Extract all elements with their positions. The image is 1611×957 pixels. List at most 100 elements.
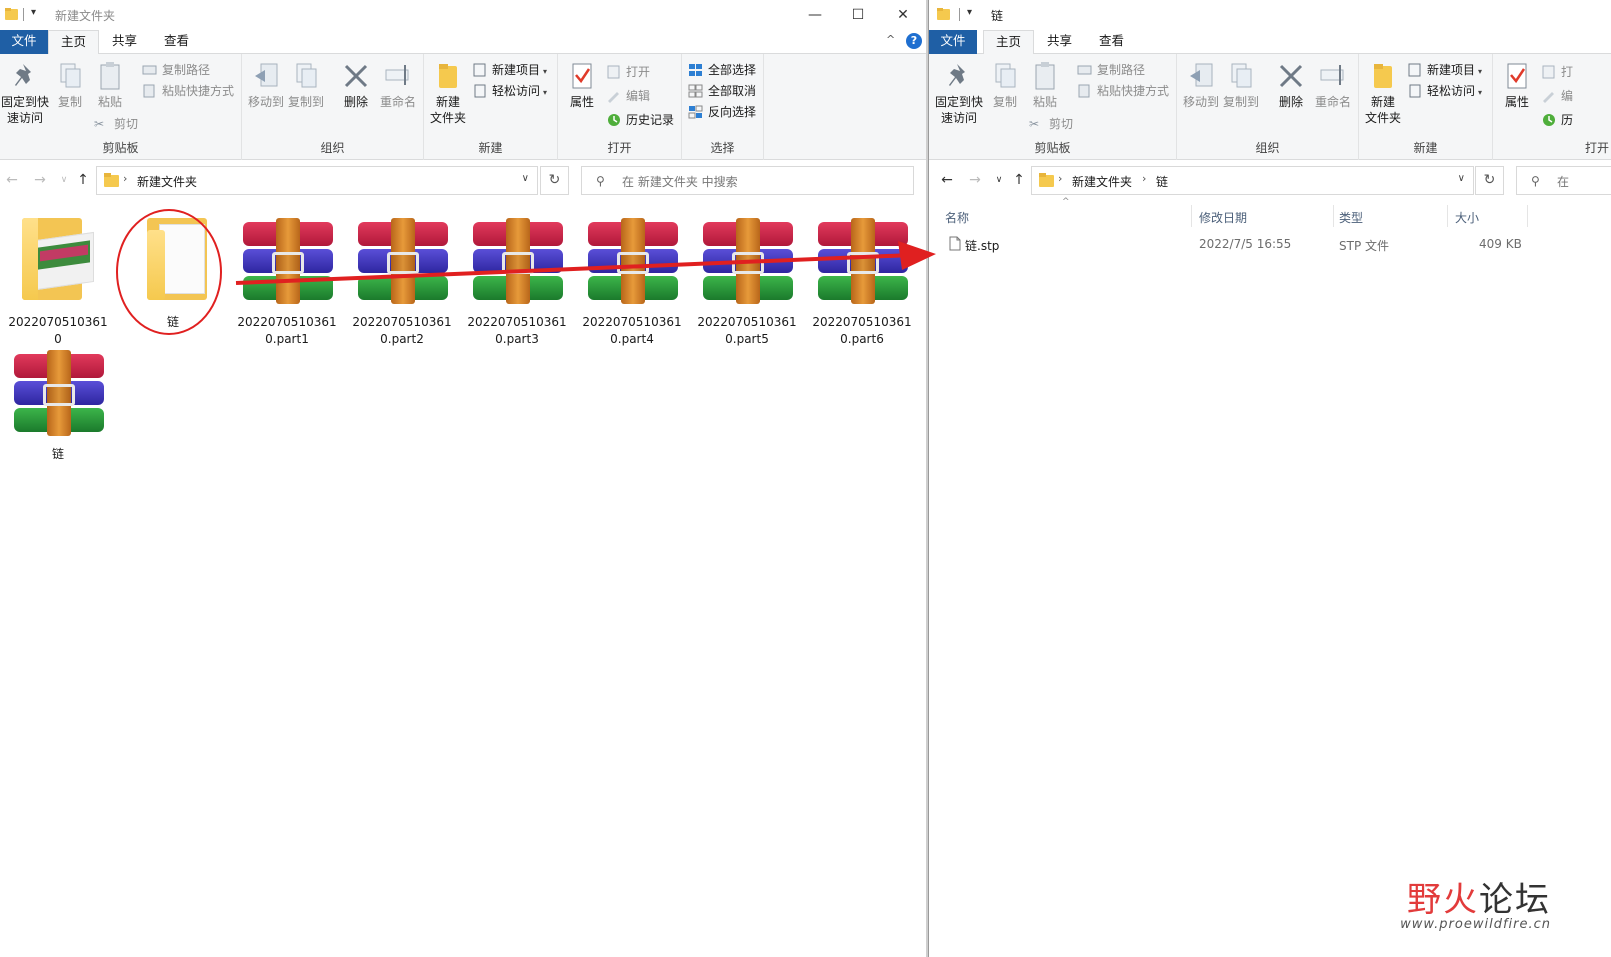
address-dropdown-icon[interactable]: ∨	[1458, 173, 1465, 184]
explorer-window-left: ▾ 新建文件夹 — ☐ ✕ 文件 主页 共享 查看 ^ ? 固定到快 速访问 复…	[0, 0, 926, 957]
refresh-button[interactable]: ↻	[540, 166, 569, 195]
new-folder-button[interactable]: 新建 文件夹	[1361, 60, 1405, 126]
rar-archive-item[interactable]: 链	[2, 346, 114, 463]
forward-arrow-icon[interactable]: →	[30, 170, 50, 190]
column-header-name[interactable]: 名称	[945, 209, 969, 226]
tab-home[interactable]: 主页	[48, 30, 100, 55]
search-box[interactable]: ⚲ 在	[1516, 166, 1611, 195]
tab-share[interactable]: 共享	[1035, 30, 1084, 54]
address-bar[interactable]: › 新建文件夹 ∨	[96, 166, 538, 195]
table-row[interactable]: 链.stp 2022/7/5 16:55 STP 文件 409 KB	[937, 234, 1603, 256]
column-header-type[interactable]: 类型	[1339, 209, 1363, 226]
select-all-label: 全部选择	[708, 63, 757, 77]
copy-path-button[interactable]: 复制路径	[142, 60, 210, 80]
search-icon: ⚲	[1531, 174, 1540, 188]
new-item-button[interactable]: 新建项目 ▾	[472, 60, 547, 80]
tab-home[interactable]: 主页	[983, 30, 1035, 55]
rar-archive-item[interactable]: 2022070510361 0.part6	[806, 214, 918, 348]
move-to-button[interactable]: 移动到	[1181, 60, 1221, 110]
rar-archive-item[interactable]: 2022070510361 0.part1	[231, 214, 343, 348]
move-to-button[interactable]: 移动到	[246, 60, 286, 110]
maximize-button[interactable]: ☐	[835, 0, 881, 30]
close-button[interactable]: ✕	[880, 0, 926, 30]
up-arrow-icon[interactable]: ↑	[1009, 170, 1029, 190]
properties-button[interactable]: 属性	[562, 60, 602, 110]
open-button[interactable]: 打开	[606, 62, 650, 82]
paste-button[interactable]: 粘贴	[1027, 60, 1063, 110]
easy-access-button[interactable]: 轻松访问 ▾	[1407, 81, 1482, 101]
invert-selection-button[interactable]: 反向选择	[688, 102, 756, 122]
cut-button[interactable]: ✂ 剪切	[94, 114, 138, 134]
history-button[interactable]: 历史记录	[606, 110, 674, 130]
column-header-modified[interactable]: 修改日期	[1199, 209, 1247, 226]
edit-button[interactable]: 编辑	[606, 86, 650, 106]
rar-archive-item[interactable]: 2022070510361 0.part4	[576, 214, 688, 348]
paste-shortcut-button[interactable]: 粘贴快捷方式	[142, 81, 234, 101]
paste-button[interactable]: 粘贴	[92, 60, 128, 110]
back-arrow-icon[interactable]: ←	[2, 170, 22, 190]
tab-share[interactable]: 共享	[100, 30, 149, 54]
forward-arrow-icon[interactable]: →	[965, 170, 985, 190]
copy-button[interactable]: 复制	[987, 60, 1023, 110]
recent-chevron-down-icon[interactable]: ∨	[989, 170, 1009, 190]
copy-to-button[interactable]: 复制到	[286, 60, 326, 110]
tab-file[interactable]: 文件	[0, 30, 48, 54]
breadcrumb-item[interactable]: 新建文件夹	[137, 173, 197, 190]
cut-label: 剪切	[114, 117, 139, 131]
delete-button[interactable]: 删除	[1271, 60, 1311, 110]
breadcrumb-item[interactable]: 新建文件夹	[1072, 173, 1132, 190]
address-dropdown-icon[interactable]: ∨	[522, 173, 529, 184]
refresh-button[interactable]: ↻	[1475, 166, 1504, 195]
tab-file[interactable]: 文件	[929, 30, 977, 54]
folder-item-selected[interactable]: 链	[117, 214, 229, 331]
copy-button[interactable]: 复制	[52, 60, 88, 110]
folder-item[interactable]: 2022070510361 0	[2, 214, 114, 348]
paste-shortcut-button[interactable]: 粘贴快捷方式	[1077, 81, 1169, 101]
rar-archive-item[interactable]: 2022070510361 0.part3	[461, 214, 573, 348]
tab-view[interactable]: 查看	[1087, 30, 1136, 54]
quick-access-dropdown-icon[interactable]: ▾	[967, 7, 972, 18]
select-all-button[interactable]: 全部选择	[688, 60, 756, 80]
cut-label: 剪切	[1049, 117, 1074, 131]
open-button[interactable]: 打	[1541, 62, 1573, 82]
copy-path-button[interactable]: 复制路径	[1077, 60, 1145, 80]
column-divider[interactable]	[1191, 205, 1192, 227]
rename-button[interactable]: 重命名	[376, 60, 420, 110]
pin-quick-access-button[interactable]: 固定到快 速访问	[0, 60, 50, 126]
address-bar[interactable]: › 新建文件夹 › 链 ∨	[1031, 166, 1474, 195]
collapse-ribbon-icon[interactable]: ^	[886, 33, 895, 46]
column-divider[interactable]	[1447, 205, 1448, 227]
search-box[interactable]: ⚲ 在 新建文件夹 中搜索	[581, 166, 914, 195]
quick-access-dropdown-icon[interactable]: ▾	[31, 7, 36, 18]
column-header-size[interactable]: 大小	[1455, 209, 1479, 226]
minimize-button[interactable]: —	[792, 0, 838, 30]
breadcrumb-chevron-icon[interactable]: ›	[123, 172, 127, 185]
select-none-button[interactable]: 全部取消	[688, 81, 756, 101]
up-arrow-icon[interactable]: ↑	[73, 170, 93, 190]
breadcrumb-chevron-icon[interactable]: ›	[1058, 172, 1062, 185]
column-divider[interactable]	[1527, 205, 1528, 227]
new-item-button[interactable]: 新建项目 ▾	[1407, 60, 1482, 80]
new-folder-button[interactable]: 新建 文件夹	[426, 60, 470, 126]
rar-archive-item[interactable]: 2022070510361 0.part5	[691, 214, 803, 348]
copy-to-button[interactable]: 复制到	[1221, 60, 1261, 110]
rename-button[interactable]: 重命名	[1311, 60, 1355, 110]
file-name: 链.stp	[965, 239, 1000, 253]
pin-quick-access-button[interactable]: 固定到快 速访问	[934, 60, 984, 126]
back-arrow-icon[interactable]: ←	[937, 170, 957, 190]
breadcrumb-item[interactable]: 链	[1156, 173, 1168, 190]
properties-button[interactable]: 属性	[1497, 60, 1537, 110]
delete-x-icon	[341, 60, 371, 92]
easy-access-button[interactable]: 轻松访问 ▾	[472, 81, 547, 101]
delete-button[interactable]: 删除	[336, 60, 376, 110]
history-button[interactable]: 历	[1541, 110, 1573, 130]
help-icon[interactable]: ?	[906, 33, 922, 49]
tab-view[interactable]: 查看	[152, 30, 201, 54]
breadcrumb-chevron-icon[interactable]: ›	[1142, 172, 1146, 185]
rar-archive-item[interactable]: 2022070510361 0.part2	[346, 214, 458, 348]
cut-button[interactable]: ✂ 剪切	[1029, 114, 1073, 134]
copy-path-icon	[1077, 63, 1092, 77]
edit-button[interactable]: 编	[1541, 86, 1573, 106]
recent-chevron-down-icon[interactable]: ∨	[54, 170, 74, 190]
column-divider[interactable]	[1333, 205, 1334, 227]
